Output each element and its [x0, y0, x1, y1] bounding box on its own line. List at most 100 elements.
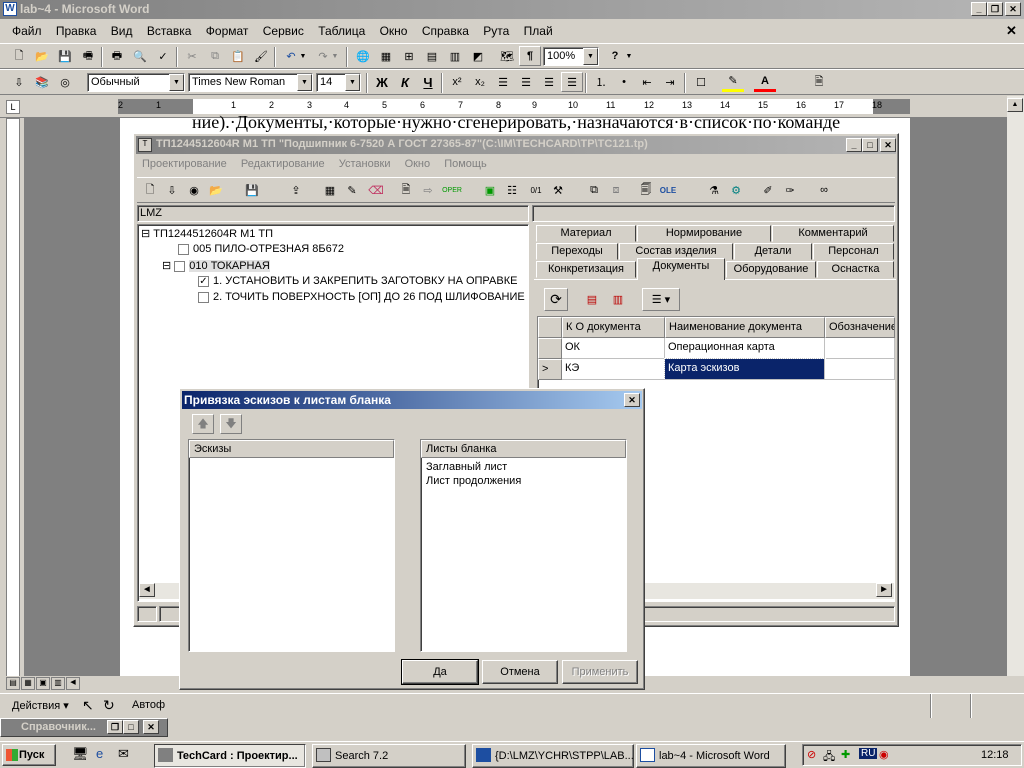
catalog-icon[interactable]: ▦	[319, 180, 341, 200]
help-dropdown-icon[interactable]: ▼	[624, 46, 634, 66]
image-icon[interactable]: ▣	[479, 180, 501, 200]
close-button[interactable]: ✕	[624, 393, 640, 407]
superscript-icon[interactable]: x²	[446, 72, 468, 92]
paste-icon[interactable]: 📋	[227, 46, 249, 66]
grid-cell-name[interactable]: Операционная карта	[665, 338, 825, 359]
sheet-item[interactable]: Заглавный лист	[426, 461, 507, 473]
menu-help[interactable]: Помощь	[444, 158, 487, 170]
language-indicator[interactable]: RU	[859, 748, 878, 759]
checkbox[interactable]	[198, 291, 209, 303]
refresh-icon[interactable]: ⟳	[544, 288, 568, 311]
copy-icon[interactable]: ⧉	[583, 180, 605, 200]
menu-settings[interactable]: Установки	[339, 158, 391, 170]
pointer-icon[interactable]: ↖	[82, 697, 94, 714]
grid-header-code[interactable]: К О документа	[562, 317, 665, 338]
tree-root[interactable]: ⊟ ТП1244512604R М1 ТП	[141, 227, 273, 240]
list-menu-icon[interactable]: ☰ ▾	[642, 288, 680, 311]
vertical-scrollbar[interactable]: ▲	[1007, 96, 1024, 690]
open-dropdown-icon[interactable]: 📂	[205, 180, 227, 200]
insert-table-icon[interactable]: ⊞	[398, 46, 420, 66]
font-size-select[interactable]: 14 ▼	[316, 73, 361, 92]
cut-icon[interactable]: ✂	[181, 46, 203, 66]
start-button[interactable]: Пуск	[2, 744, 56, 766]
help-icon[interactable]: ?	[604, 46, 626, 66]
person-icon[interactable]: ⚗	[703, 180, 725, 200]
bullets-icon[interactable]: •	[613, 72, 635, 92]
menu-edit[interactable]: Правка	[56, 24, 97, 38]
scroll-right-icon[interactable]: ▶	[876, 583, 892, 597]
justify-icon[interactable]: ☰	[561, 72, 583, 92]
new-icon[interactable]: 🗋	[139, 180, 161, 200]
arrow-icon[interactable]: ⇨	[417, 180, 439, 200]
doc-close-icon[interactable]: ✕	[1006, 23, 1017, 39]
move-up-icon[interactable]: 🡅	[192, 414, 214, 434]
open-icon[interactable]: ◉	[183, 180, 205, 200]
open-icon[interactable]: 📂	[31, 46, 53, 66]
tab-personnel[interactable]: Персонал	[813, 243, 894, 260]
menu-table[interactable]: Таблица	[318, 24, 365, 38]
close-button[interactable]: ✕	[143, 720, 159, 734]
close-button[interactable]: ✕	[880, 138, 896, 152]
restore-button[interactable]: ❐	[107, 720, 123, 734]
menu-window[interactable]: Окно	[380, 24, 408, 38]
export-icon[interactable]: ⇪	[285, 180, 307, 200]
tools-icon[interactable]: ⚒	[547, 180, 569, 200]
menu-tools[interactable]: Сервис	[263, 24, 304, 38]
taskbar-techcard[interactable]: TechCard : Проектир...	[154, 744, 306, 768]
grid-cell-mark[interactable]	[825, 359, 895, 380]
view-web-icon[interactable]: ▦	[21, 677, 35, 690]
maximize-button[interactable]: □	[123, 720, 139, 734]
menu-editing[interactable]: Редактирование	[241, 158, 325, 170]
fax-icon[interactable]: 🖷	[77, 46, 99, 66]
view-layout-icon[interactable]: ▣	[36, 677, 50, 690]
grid-row-indicator[interactable]: >	[538, 359, 562, 380]
document-map-icon[interactable]: 🗺	[496, 46, 518, 66]
ok-button[interactable]: Да	[401, 659, 479, 685]
menu-help[interactable]: Справка	[422, 24, 469, 38]
italic-button[interactable]: К	[394, 72, 416, 92]
tables-borders-icon[interactable]: ▦	[375, 46, 397, 66]
font-color-icon[interactable]: A	[754, 72, 776, 92]
undo-dropdown-icon[interactable]: ▼	[298, 46, 308, 66]
ole-icon[interactable]: OLE	[657, 180, 679, 200]
drawing-icon[interactable]: ◩	[467, 46, 489, 66]
increase-indent-icon[interactable]: ⇥	[659, 72, 681, 92]
copy-icon[interactable]: ⧉	[204, 46, 226, 66]
glasses-icon[interactable]: ∞	[813, 180, 835, 200]
globe-icon[interactable]: ◎	[54, 72, 76, 92]
grid-cell-mark[interactable]	[825, 338, 895, 359]
grid-header-name[interactable]: Наименование документа	[665, 317, 825, 338]
sketches-list[interactable]: Эскизы	[188, 439, 395, 652]
menu-format[interactable]: Формат	[206, 24, 249, 38]
highlight-icon[interactable]: ✎	[722, 72, 744, 92]
style-select[interactable]: Обычный ▼	[87, 73, 185, 92]
save-icon[interactable]: 💾	[54, 46, 76, 66]
menu-file[interactable]: Файл	[12, 24, 42, 38]
menu-window[interactable]: Окно	[405, 158, 431, 170]
sheet-item[interactable]: Лист продолжения	[426, 475, 521, 487]
subscript-icon[interactable]: x₂	[469, 72, 491, 92]
report-icon[interactable]: 🗐	[635, 180, 657, 200]
tab-transitions[interactable]: Переходы	[536, 243, 618, 260]
minimize-button[interactable]: _	[846, 138, 862, 152]
decrease-indent-icon[interactable]: ⇤	[636, 72, 658, 92]
h-scroll-left-icon[interactable]: ◀	[66, 677, 80, 690]
doc-icon[interactable]: 🗎	[808, 72, 830, 92]
grid-cell-code[interactable]: ОК	[562, 338, 665, 359]
numbering-icon[interactable]: ⒈	[590, 72, 612, 92]
calc-icon[interactable]: 0/1	[525, 180, 547, 200]
taskbar-explorer[interactable]: {D:\LMZ\YCHR\STPP\LAB...	[472, 744, 634, 768]
autoshapes-menu[interactable]: Автоф	[132, 699, 165, 711]
print-preview-icon[interactable]: 🔍	[129, 46, 151, 66]
hyperlink-icon[interactable]: 🌐	[352, 46, 374, 66]
tab-equipment[interactable]: Оборудование	[726, 261, 816, 278]
underline-button[interactable]: Ч	[417, 72, 439, 92]
sheets-list[interactable]: Листы бланка Заглавный лист Лист продолж…	[420, 439, 627, 652]
menu-view[interactable]: Вид	[111, 24, 133, 38]
grid-cell-name-selected[interactable]: Карта эскизов	[664, 358, 826, 381]
tab-comment[interactable]: Комментарий	[772, 225, 894, 242]
tray-icon-1[interactable]: ⊘	[807, 748, 816, 761]
zoom-select[interactable]: 100% ▼	[543, 47, 599, 66]
tab-parts[interactable]: Детали	[734, 243, 812, 260]
taskbar-word[interactable]: lab~4 - Microsoft Word	[636, 744, 786, 768]
